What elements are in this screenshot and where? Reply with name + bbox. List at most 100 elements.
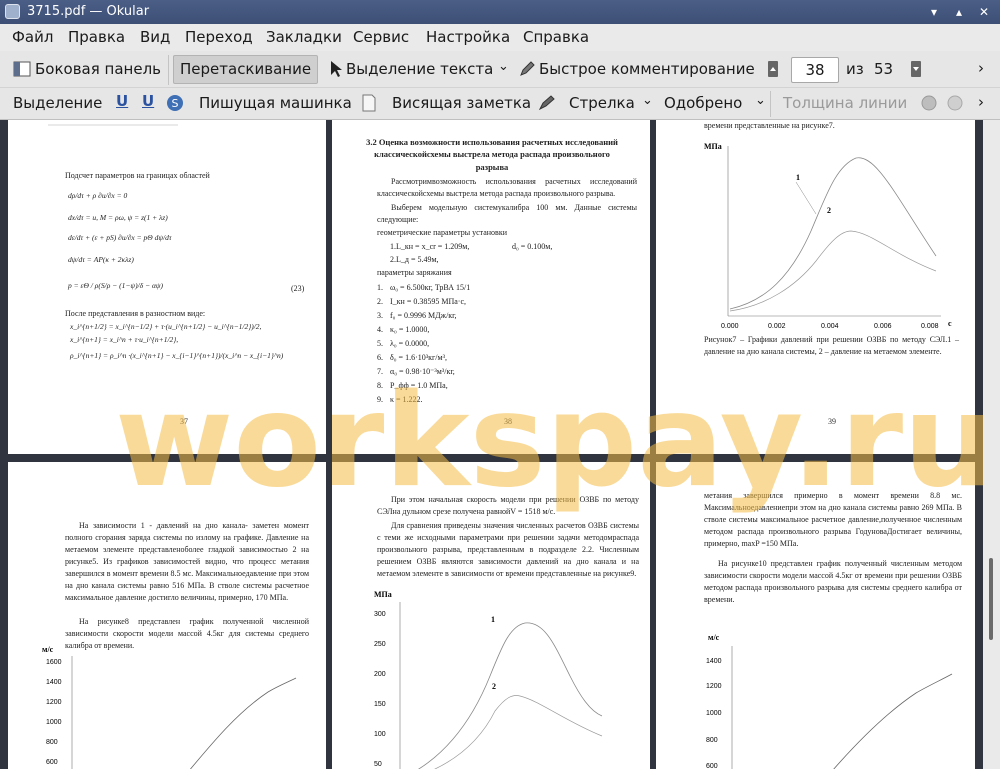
y-tick: 1600	[46, 659, 62, 666]
velocity-curve	[833, 673, 953, 769]
vertical-scrollbar[interactable]	[983, 120, 1000, 769]
menu-bookmarks[interactable]: Закладки	[266, 28, 342, 46]
list-item: 2.	[377, 297, 383, 306]
quick-comment-button[interactable]: Быстрое комментирование	[539, 60, 755, 78]
text-line: 1.L_кн = x_cr = 1.209м,	[390, 242, 470, 251]
y-tick: 800	[46, 739, 58, 746]
y-tick: 1200	[46, 699, 62, 706]
color-palette-icon[interactable]	[920, 94, 938, 112]
series-2-label: 2	[492, 682, 496, 691]
series-2-label: 2	[827, 206, 831, 215]
y-tick: 250	[374, 641, 386, 648]
velocity-curve	[189, 677, 297, 769]
list-item: f₀ = 0.9996 МДж/кг,	[390, 311, 457, 320]
svg-text:S: S	[172, 97, 179, 110]
y-tick: 800	[706, 737, 718, 744]
axis-label-x: с	[948, 319, 952, 328]
highlight-button[interactable]: Выделение	[13, 94, 102, 112]
series-2-line	[434, 695, 603, 769]
page-of-label: из	[846, 60, 864, 78]
list-item: 5.	[377, 339, 383, 348]
y-tick: 1000	[46, 719, 62, 726]
axis-label-y: м/с	[708, 633, 720, 642]
list-item: 3.	[377, 311, 383, 320]
axis-label-y: МПа	[704, 142, 722, 151]
equation-2: dx/dτ = u, M = ρω, ψ = z(1 + λz)	[68, 213, 168, 222]
window-title: 3715.pdf — Okular	[27, 4, 150, 19]
y-tick: 600	[706, 763, 718, 769]
text-line: времени представленные на рисунке7.	[704, 121, 835, 130]
y-tick: 600	[46, 759, 58, 766]
strikeout-icon[interactable]: S	[166, 94, 184, 112]
text-line: d₀ = 0.100м,	[512, 242, 553, 251]
chevron-down-icon[interactable]: ⌄	[755, 93, 766, 108]
document-viewport[interactable]: Подсчет параметров на границах областей …	[0, 120, 983, 769]
stamp-button[interactable]: Одобрено	[664, 94, 742, 112]
line-width-button[interactable]: Толщина линии	[783, 94, 907, 112]
page-number-input[interactable]: 38	[791, 57, 839, 83]
chevron-down-icon[interactable]: ⌄	[642, 93, 653, 108]
next-page-icon[interactable]	[910, 60, 922, 78]
underline-icon[interactable]: U	[116, 92, 128, 110]
list-item: ω₀ = 6.500кг, ТрВА 15/1	[390, 283, 471, 292]
menu-tools[interactable]: Сервис	[353, 28, 409, 46]
difference-eq-1: x_i^{n+1/2} = x_i^{n−1/2} + τ·(u_i^{n+1/…	[70, 322, 262, 331]
paragraph: Рассмотримвозможность использования расч…	[377, 177, 637, 198]
typewriter-button[interactable]: Пишущая машинка	[199, 94, 352, 112]
y-tick: 1400	[706, 658, 722, 665]
menu-view[interactable]: Вид	[140, 28, 170, 46]
equation-1: dρ/dτ + ρ ∂u/∂x = 0	[68, 191, 128, 200]
y-tick: 1200	[706, 683, 722, 690]
chevron-down-icon[interactable]: ⌄	[498, 59, 509, 74]
y-tick: 100	[374, 731, 386, 738]
velocity-chart: м/с 1400 1200 1000 800 600	[706, 633, 953, 769]
menu-settings[interactable]: Настройка	[426, 28, 510, 46]
toolbar-overflow-icon[interactable]: ›	[978, 59, 984, 77]
formula-fragment	[48, 124, 178, 126]
text-select-button[interactable]: Выделение текста	[346, 60, 493, 78]
figure-caption: Рисунок7 – Графики давлений при решении …	[704, 335, 959, 356]
opacity-icon[interactable]	[946, 94, 964, 112]
list-item: λ₀ = 0.0000,	[390, 339, 430, 348]
list-item: 6.	[377, 353, 383, 362]
annotation-toolbar: Выделение U U S Пишущая машинка Висящая …	[0, 88, 1000, 120]
x-tick: 0.006	[874, 323, 892, 330]
y-tick: 1400	[46, 679, 62, 686]
y-tick: 1000	[706, 710, 722, 717]
close-icon[interactable]: ✕	[975, 3, 993, 21]
pen-icon	[520, 61, 535, 76]
main-toolbar: Боковая панель Перетаскивание Выделение …	[0, 51, 1000, 88]
text-line: параметры заряжания	[377, 268, 452, 277]
sticky-note-button[interactable]: Висящая заметка	[392, 94, 531, 112]
okular-app-icon	[5, 4, 20, 19]
axis-label-y: МПа	[374, 590, 392, 599]
sidebar-icon[interactable]	[13, 61, 31, 77]
scrollbar-thumb[interactable]	[989, 558, 993, 640]
y-tick: 300	[374, 611, 386, 618]
menu-edit[interactable]: Правка	[68, 28, 125, 46]
y-tick: 200	[374, 671, 386, 678]
previous-page-icon[interactable]	[767, 60, 779, 78]
sidebar-button[interactable]: Боковая панель	[35, 60, 161, 78]
title-bar: 3715.pdf — Okular ▾ ▴ ✕	[0, 0, 1000, 24]
paragraph: На зависимости 1 - давлений на дно канал…	[65, 521, 309, 602]
arrow-button[interactable]: Стрелка	[569, 94, 635, 112]
menu-help[interactable]: Справка	[523, 28, 589, 46]
squiggle-icon[interactable]: U	[142, 92, 154, 110]
x-tick: 0.008	[921, 323, 939, 330]
equation-3: dε/dτ + (ε + pS) ∂u/∂x = pΘ dψ/dτ	[68, 233, 172, 242]
menu-file[interactable]: Файл	[12, 28, 53, 46]
difference-intro: После представления в разностном виде:	[65, 309, 206, 318]
list-item: 4.	[377, 325, 383, 334]
leader-line	[795, 181, 817, 215]
menu-go[interactable]: Переход	[185, 28, 253, 46]
x-tick: 0.002	[768, 323, 786, 330]
paragraph: На рисунке10 представлен график полученн…	[704, 559, 962, 604]
minimize-icon[interactable]: ▾	[925, 3, 943, 21]
toolbar-overflow-icon[interactable]: ›	[978, 93, 984, 111]
series-1-label: 1	[491, 615, 495, 624]
section-intro: Подсчет параметров на границах областей	[65, 171, 210, 180]
maximize-icon[interactable]: ▴	[950, 3, 968, 21]
series-1-label: 1	[796, 173, 800, 182]
drag-mode-label: Перетаскивание	[180, 60, 312, 78]
